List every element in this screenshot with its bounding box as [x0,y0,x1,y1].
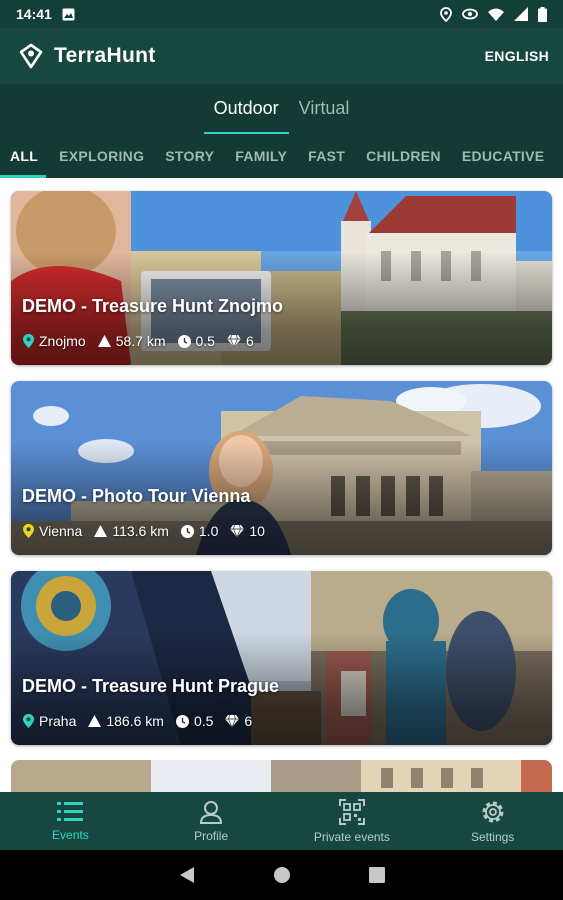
signal-icon [514,7,528,21]
category-tab-fast[interactable]: FAST [308,136,345,178]
hunt-location: Vienna [39,523,83,539]
hunt-card-vienna[interactable]: DEMO - Photo Tour Vienna Vienna 113.6 km… [11,381,552,555]
category-tab-exploring[interactable]: EXPLORING [59,136,144,178]
distance-icon [97,335,111,347]
hunt-card-prague[interactable]: DEMO - Treasure Hunt Prague Praha 186.6 … [11,571,552,745]
hunt-card-partial[interactable] [11,760,552,792]
clock-icon [180,524,194,538]
wifi-icon [488,8,504,21]
category-tab-all[interactable]: ALL [0,136,47,178]
hunt-title: DEMO - Treasure Hunt Znojmo [22,296,284,316]
category-tab-educative[interactable]: EDUCATIVE [462,136,545,178]
photo-notification-icon [62,8,75,21]
hunt-title: DEMO - Photo Tour Vienna [22,486,251,506]
nav-events-label: Events [52,827,89,842]
category-tab-family[interactable]: FAMILY [235,136,287,178]
app-bar: TerraHunt ENGLISH [0,28,563,84]
nav-profile[interactable]: Profile [141,792,282,850]
hunt-location: Praha [39,713,77,729]
hunt-distance: 113.6 km [112,523,169,539]
hunt-meta: Vienna 113.6 km 1.0 10 [23,523,277,539]
nav-private-events[interactable]: Private events [282,792,423,850]
clock-icon [177,334,191,348]
hunt-title: DEMO - Treasure Hunt Prague [22,676,280,696]
diamond-icon [225,715,240,727]
category-tab-children[interactable]: CHILDREN [366,136,441,178]
location-pin-icon [23,714,34,728]
diamond-icon [230,525,245,537]
app-title: TerraHunt [54,44,156,67]
location-pin-icon [23,334,34,348]
hunt-duration: 0.5 [195,333,215,349]
hunt-list[interactable]: DEMO - Treasure Hunt Znojmo Znojmo 58.7 … [0,178,563,792]
nav-events[interactable]: Events [0,792,141,850]
hunt-meta: Znojmo 58.7 km 0.5 6 [23,333,266,349]
hunt-distance: 58.7 km [115,333,166,349]
tab-virtual[interactable]: Virtual [289,84,360,136]
hunt-points: 10 [249,523,265,539]
nav-private-events-label: Private events [313,829,390,844]
mode-tabs: Outdoor Virtual [0,84,563,136]
distance-icon [88,715,102,727]
system-nav-bar [0,850,563,900]
hunt-duration: 0.5 [193,713,214,729]
nav-settings-label: Settings [470,829,515,844]
qr-icon [338,798,365,825]
hunt-points: 6 [245,333,254,349]
hunt-location: Znojmo [39,333,86,349]
tab-outdoor[interactable]: Outdoor [203,84,289,136]
person-icon [200,800,223,824]
hunt-duration: 1.0 [198,523,219,539]
clock-icon [175,714,189,728]
gear-icon [482,801,504,822]
category-tab-story[interactable]: STORY [165,136,214,178]
distance-icon [94,525,108,537]
hunt-image-partial [11,760,552,792]
hunt-meta: Praha 186.6 km 0.5 6 [23,713,264,729]
status-time: 14:41 [16,6,52,22]
home-icon[interactable] [273,866,291,884]
diamond-icon [226,335,241,347]
hunt-points: 6 [244,713,253,729]
eye-icon [462,8,478,20]
recents-icon[interactable] [368,867,385,883]
location-icon [440,6,452,22]
category-tabs: ALL EXPLORING STORY FAMILY FAST CHILDREN… [0,136,563,178]
bottom-nav: Events Profile Private events Settings [0,792,563,850]
battery-icon [538,6,547,22]
terrahunt-logo-icon [19,43,43,69]
hunt-card-znojmo[interactable]: DEMO - Treasure Hunt Znojmo Znojmo 58.7 … [11,191,552,365]
location-pin-icon [23,524,34,538]
list-icon [57,801,84,821]
language-button[interactable]: ENGLISH [485,48,549,64]
nav-profile-label: Profile [194,828,229,843]
status-bar: 14:41 [0,0,563,28]
nav-settings[interactable]: Settings [422,792,563,850]
back-icon[interactable] [179,866,195,884]
hunt-distance: 186.6 km [106,713,164,729]
